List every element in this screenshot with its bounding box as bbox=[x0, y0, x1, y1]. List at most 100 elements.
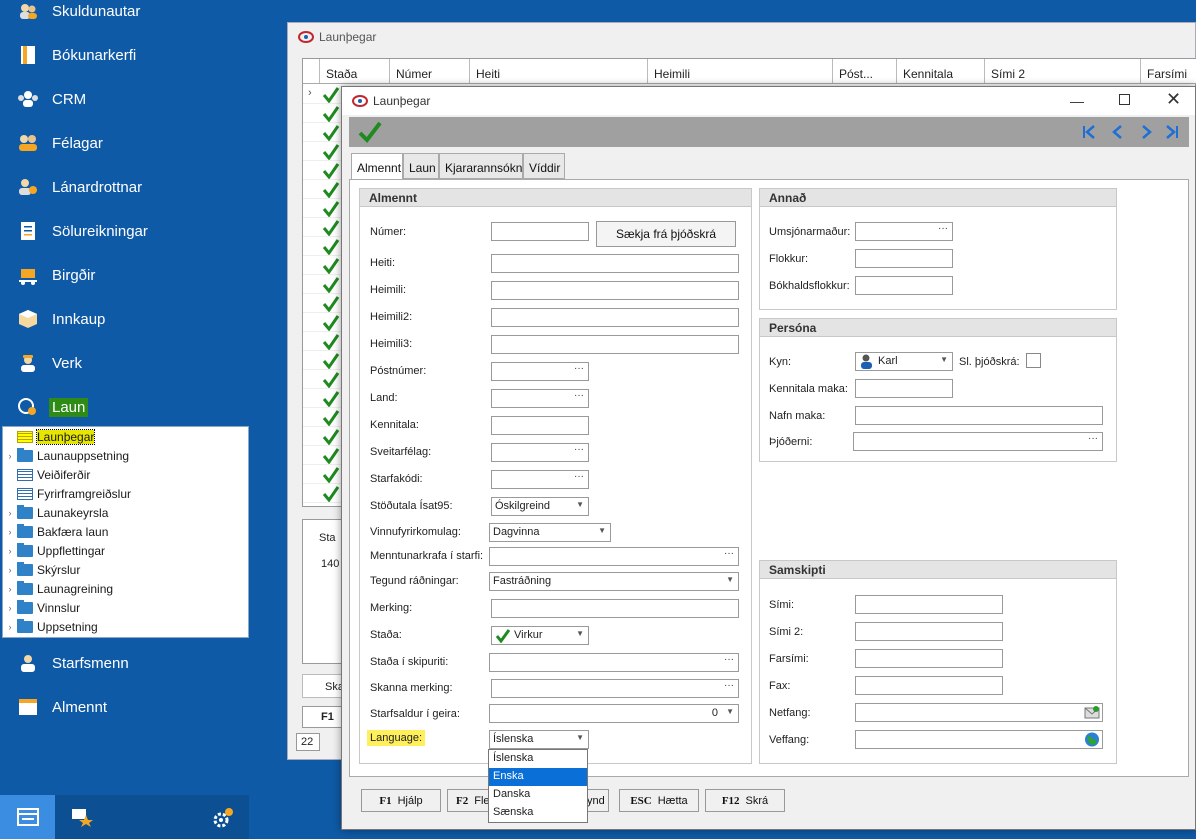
grid-row-status[interactable] bbox=[303, 351, 343, 370]
col-post[interactable]: Póst... bbox=[833, 59, 897, 83]
tree-item-launakeyrsla[interactable]: › Launakeyrsla bbox=[3, 503, 248, 522]
language-option[interactable]: Enska bbox=[489, 768, 587, 786]
ellipsis-button[interactable]: ··· bbox=[724, 548, 734, 559]
grid-row-status[interactable]: › bbox=[303, 85, 343, 104]
nav-lanardrottnar[interactable]: Lánardrottnar bbox=[0, 165, 249, 209]
help-button[interactable]: F1 Hjálp bbox=[361, 789, 441, 812]
cancel-button[interactable]: ESC Hætta bbox=[619, 789, 699, 812]
next-record-icon[interactable] bbox=[1139, 125, 1153, 139]
tab-almennt[interactable]: Almennt bbox=[351, 153, 403, 180]
email-icon[interactable] bbox=[1084, 705, 1100, 720]
heimili3-input[interactable] bbox=[491, 335, 739, 354]
nav-bokunarkerfi[interactable]: Bókunarkerfi bbox=[0, 33, 249, 77]
ellipsis-button[interactable]: ··· bbox=[938, 223, 948, 234]
save-check-icon[interactable] bbox=[357, 120, 383, 144]
nav-felagar[interactable]: Félagar bbox=[0, 121, 249, 165]
land-input[interactable]: ··· bbox=[491, 389, 589, 408]
globe-icon[interactable] bbox=[1084, 732, 1100, 747]
nav-skuldunautar[interactable]: Skuldunautar bbox=[0, 0, 249, 33]
view-toggle-button[interactable] bbox=[0, 795, 55, 839]
grid-row-status[interactable] bbox=[303, 427, 343, 446]
grid-row-status[interactable] bbox=[303, 370, 343, 389]
minimize-icon[interactable]: — bbox=[1070, 93, 1084, 109]
f-hidden-button[interactable]: ynd bbox=[587, 789, 609, 812]
grid-row-status[interactable] bbox=[303, 313, 343, 332]
tree-item-vinnslur[interactable]: › Vinnslur bbox=[3, 598, 248, 617]
tree-item-launauppsetning[interactable]: › Launauppsetning bbox=[3, 446, 248, 465]
prev-record-icon[interactable] bbox=[1111, 125, 1125, 139]
tree-item-uppsetning[interactable]: › Uppsetning bbox=[3, 617, 248, 636]
nav-laun[interactable]: Laun bbox=[0, 385, 249, 429]
gear-icon[interactable] bbox=[212, 807, 234, 829]
grid-row-status[interactable] bbox=[303, 389, 343, 408]
tree-item-fyrirframgreidslur[interactable]: Fyrirframgreiðslur bbox=[3, 484, 248, 503]
tree-item-veidiferdir[interactable]: Veiðiferðir bbox=[3, 465, 248, 484]
grid-row-status[interactable] bbox=[303, 484, 343, 503]
heimili-input[interactable] bbox=[491, 281, 739, 300]
stodutala-select[interactable]: Óskilgreind ▼ bbox=[491, 497, 589, 516]
bokhaldsflokkur-input[interactable] bbox=[855, 276, 953, 295]
col-heiti[interactable]: Heiti bbox=[470, 59, 648, 83]
merking-input[interactable] bbox=[491, 599, 739, 618]
grid-row-status[interactable] bbox=[303, 218, 343, 237]
nafn-maka-input[interactable] bbox=[855, 406, 1103, 425]
netfang-input[interactable] bbox=[855, 703, 1103, 722]
ellipsis-button[interactable]: ··· bbox=[574, 444, 584, 455]
tab-laun[interactable]: Laun bbox=[403, 153, 439, 179]
numer-input[interactable] bbox=[491, 222, 589, 241]
col-heimili[interactable]: Heimili bbox=[648, 59, 833, 83]
f2-button[interactable]: F2 Fle bbox=[447, 789, 490, 812]
language-select[interactable]: Íslenska ▼ bbox=[489, 730, 589, 749]
sl-thjodskra-checkbox[interactable] bbox=[1026, 353, 1041, 368]
skanna-input[interactable]: ··· bbox=[491, 679, 739, 698]
tree-item-uppflettingar[interactable]: › Uppflettingar bbox=[3, 541, 248, 560]
col-stada[interactable]: Staða bbox=[320, 59, 390, 83]
thjoderni-input[interactable]: ··· bbox=[853, 432, 1103, 451]
tree-item-bakfaera[interactable]: › Bakfæra laun bbox=[3, 522, 248, 541]
grid-row-status[interactable] bbox=[303, 408, 343, 427]
nav-starfsmenn[interactable]: Starfsmenn bbox=[0, 641, 249, 685]
ellipsis-button[interactable]: ··· bbox=[574, 390, 584, 401]
favorites-icon[interactable] bbox=[70, 807, 94, 827]
ellipsis-button[interactable]: ··· bbox=[724, 680, 734, 691]
nav-innkaup[interactable]: Innkaup bbox=[0, 297, 249, 341]
maximize-icon[interactable] bbox=[1119, 94, 1130, 105]
language-option[interactable]: Danska bbox=[489, 786, 587, 804]
fetch-registry-button[interactable]: Sækja frá þjóðskrá bbox=[596, 221, 736, 247]
grid-row-status[interactable] bbox=[303, 465, 343, 484]
veffang-input[interactable] bbox=[855, 730, 1103, 749]
first-record-icon[interactable] bbox=[1082, 125, 1096, 139]
grid-row-status[interactable] bbox=[303, 142, 343, 161]
simi-input[interactable] bbox=[855, 595, 1003, 614]
col-numer[interactable]: Númer bbox=[390, 59, 470, 83]
col-farsimi[interactable]: Farsími bbox=[1141, 59, 1196, 83]
grid-row-status[interactable] bbox=[303, 104, 343, 123]
nav-almennt[interactable]: Almennt bbox=[0, 685, 249, 729]
nav-solureikningar[interactable]: Sölureikningar bbox=[0, 209, 249, 253]
postnumer-input[interactable]: ··· bbox=[491, 362, 589, 381]
stada-select[interactable]: Virkur ▼ bbox=[491, 626, 589, 645]
kennitala-input[interactable] bbox=[491, 416, 589, 435]
language-option[interactable]: Sænska bbox=[489, 804, 587, 822]
kyn-select[interactable]: Karl ▼ bbox=[855, 352, 953, 371]
grid-row-status[interactable] bbox=[303, 161, 343, 180]
tree-item-launagreining[interactable]: › Launagreining bbox=[3, 579, 248, 598]
ellipsis-button[interactable]: ··· bbox=[574, 363, 584, 374]
f1-button[interactable]: F1 bbox=[302, 706, 342, 728]
ellipsis-button[interactable]: ··· bbox=[1088, 433, 1098, 444]
kennitala-maka-input[interactable] bbox=[855, 379, 953, 398]
farsimi-input[interactable] bbox=[855, 649, 1003, 668]
flokkur-input[interactable] bbox=[855, 249, 953, 268]
nav-verk[interactable]: Verk bbox=[0, 341, 249, 385]
starfsaldur-spin[interactable]: 0 ▼ bbox=[489, 704, 739, 723]
starfakodi-input[interactable]: ··· bbox=[491, 470, 589, 489]
tegund-select[interactable]: Fastráðning ▼ bbox=[489, 572, 739, 591]
grid-row-status[interactable] bbox=[303, 237, 343, 256]
grid-row-status[interactable] bbox=[303, 180, 343, 199]
grid-row-status[interactable] bbox=[303, 256, 343, 275]
scan-button[interactable]: Ska bbox=[302, 674, 344, 698]
ellipsis-button[interactable]: ··· bbox=[724, 654, 734, 665]
tree-item-launthegar[interactable]: Launþegar bbox=[3, 427, 248, 446]
language-option[interactable]: Íslenska bbox=[489, 750, 587, 768]
stada-skipuriti-input[interactable]: ··· bbox=[489, 653, 739, 672]
